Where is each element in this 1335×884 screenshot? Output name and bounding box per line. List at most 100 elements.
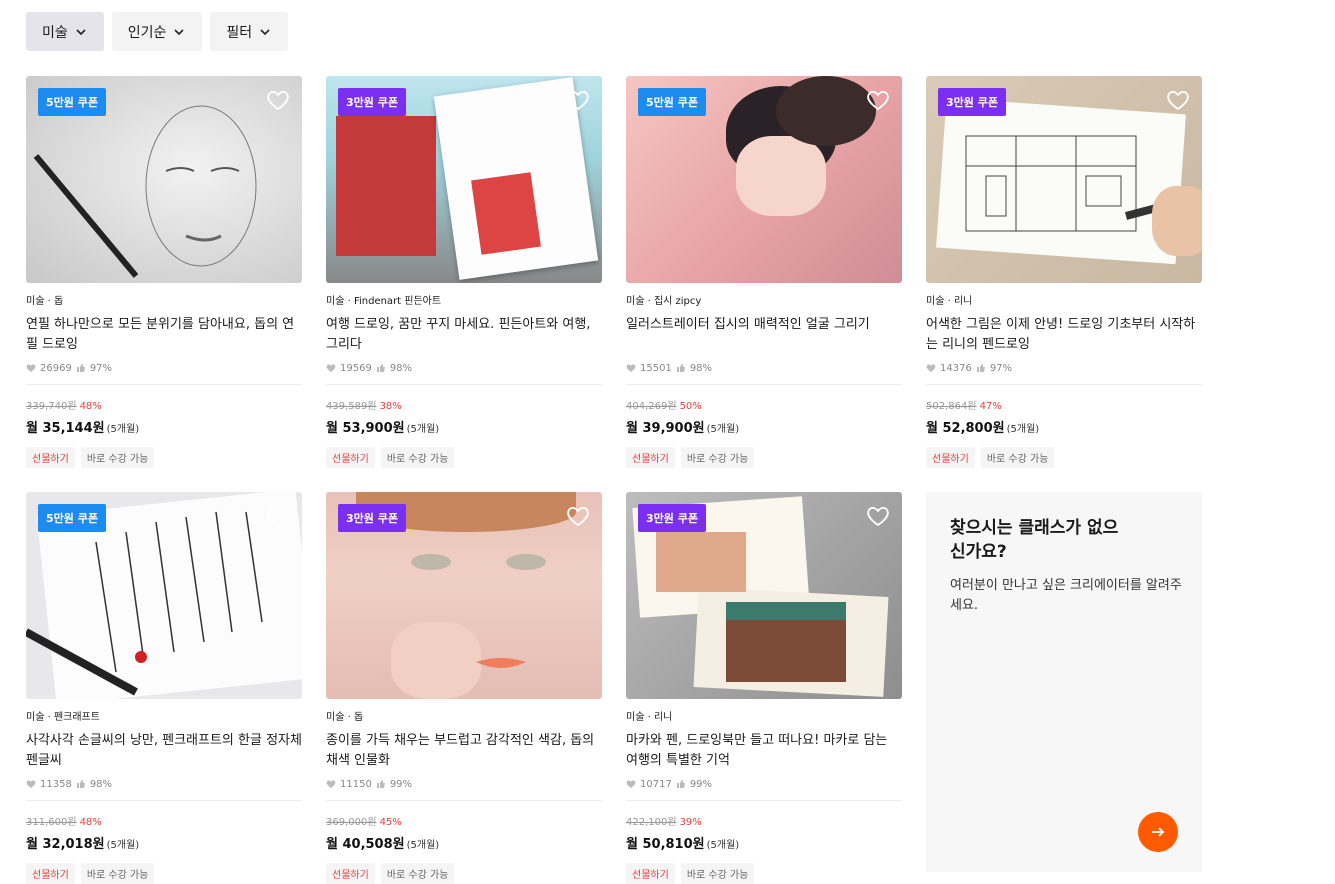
class-request-card[interactable]: 찾으시는 클래스가 없으신가요? 여러분이 만나고 싶은 크리에이터를 알려주세… (926, 492, 1202, 872)
divider (326, 800, 602, 801)
class-thumbnail[interactable]: 5만원 쿠폰 (26, 76, 302, 283)
creator-name: 돕 (53, 296, 64, 307)
original-price-row: 439,589원 38% (326, 397, 602, 412)
gift-tag[interactable]: 선물하기 (626, 863, 675, 884)
class-card[interactable]: 3만원 쿠폰 미술 · 돕 종이를 가득 채우는 부드럽고 감각적인 색감, 돕의 … (326, 492, 602, 884)
available-now-tag: 바로 수강 가능 (80, 447, 155, 468)
class-stats: 15501 98% (626, 361, 902, 375)
creator-name: 집시 zipcy (653, 296, 702, 307)
class-thumbnail[interactable]: 5만원 쿠폰 (26, 492, 302, 699)
monthly-price-row: 월 52,800원 (5개월) (926, 417, 1202, 436)
class-card[interactable]: 3만원 쿠폰미술 · 리니어색한 그림은 이제 안녕! 드로잉 기초부터 시작하… (926, 76, 1202, 468)
like-count: 15501 (640, 362, 672, 374)
gift-tag[interactable]: 선물하기 (926, 447, 975, 468)
heart-small-icon (26, 780, 36, 788)
class-stats: 19569 98% (326, 361, 602, 375)
tag-row: 선물하기 바로 수강 가능 (626, 863, 902, 884)
heart-small-icon (326, 364, 336, 372)
available-now-tag: 바로 수강 가능 (680, 447, 755, 468)
divider (926, 384, 1202, 385)
filter-more[interactable]: 필터 (210, 12, 289, 51)
original-price-row: 311,600원 48% (26, 813, 302, 828)
installment-months: (5개월) (1006, 424, 1040, 435)
tag-row: 선물하기 바로 수강 가능 (326, 863, 602, 884)
divider (626, 800, 902, 801)
divider (26, 800, 302, 801)
satisfaction-rate: 98% (89, 778, 113, 790)
class-thumbnail[interactable]: 3만원 쿠폰 (326, 492, 602, 699)
class-title[interactable]: 종이를 가득 채우는 부드럽고 감각적인 색감, 돕의 채색 인물화 (326, 731, 602, 771)
heart-small-icon (326, 780, 336, 788)
class-card[interactable]: 3만원 쿠폰 미술 · Findenart 핀든아트 여행 드로잉, 꿈만 꾸지 마… (326, 76, 602, 468)
thumbs-up-icon (376, 780, 385, 788)
heart-small-icon (626, 780, 636, 788)
class-title[interactable]: 마카와 펜, 드로잉북만 들고 떠나요! 마카로 담는 여행의 특별한 기억 (626, 731, 902, 771)
monthly-price: 월 53,900원 (326, 421, 405, 436)
discount-rate: 48% (79, 817, 102, 828)
monthly-price-row: 월 39,900원 (5개월) (626, 417, 902, 436)
original-price: 502,864원 (926, 401, 977, 412)
divider (626, 384, 902, 385)
heart-icon[interactable] (1166, 89, 1190, 111)
monthly-price: 월 32,018원 (26, 837, 105, 852)
filter-category[interactable]: 미술 (26, 12, 104, 51)
divider (26, 384, 302, 385)
installment-months: (5개월) (406, 840, 440, 851)
creator-name: Findenart 핀든아트 (353, 296, 442, 307)
gift-tag[interactable]: 선물하기 (326, 447, 375, 468)
class-thumbnail[interactable]: 3만원 쿠폰 (326, 76, 602, 283)
like-count: 11358 (40, 778, 72, 790)
class-thumbnail[interactable]: 3만원 쿠폰 (926, 76, 1202, 283)
available-now-tag: 바로 수강 가능 (680, 863, 755, 884)
heart-icon[interactable] (266, 505, 290, 527)
class-meta: 미술 · 리니 (926, 296, 973, 307)
class-thumbnail[interactable]: 5만원 쿠폰 (626, 76, 902, 283)
original-price: 404,269원 (626, 401, 677, 412)
discount-rate: 50% (679, 401, 702, 412)
coupon-badge: 3만원 쿠폰 (338, 88, 406, 116)
discount-rate: 38% (379, 401, 402, 412)
heart-icon[interactable] (866, 505, 890, 527)
installment-months: (5개월) (706, 840, 740, 851)
heart-icon[interactable] (866, 89, 890, 111)
gift-tag[interactable]: 선물하기 (26, 863, 75, 884)
gift-tag[interactable]: 선물하기 (26, 447, 75, 468)
class-card[interactable]: 3만원 쿠폰미술 · 리니마카와 펜, 드로잉북만 들고 떠나요! 마카로 담는… (626, 492, 902, 884)
class-title[interactable]: 일러스트레이터 집시의 매력적인 얼굴 그리기 (626, 315, 902, 355)
heart-small-icon (26, 364, 36, 372)
coupon-badge: 3만원 쿠폰 (938, 88, 1006, 116)
original-price-row: 422,100원 39% (626, 813, 902, 828)
class-title[interactable]: 사각사각 손글씨의 낭만, 펜크래프트의 한글 정자체 펜글씨 (26, 731, 302, 771)
class-meta: 미술 · 펜크래프트 (26, 712, 100, 723)
class-title[interactable]: 여행 드로잉, 꿈만 꾸지 마세요. 핀든아트와 여행, 그리다 (326, 315, 602, 355)
filter-sort[interactable]: 인기순 (111, 12, 203, 51)
heart-icon[interactable] (566, 505, 590, 527)
like-count: 11150 (340, 778, 372, 790)
original-price: 311,600원 (26, 817, 77, 828)
heart-icon[interactable] (266, 89, 290, 111)
satisfaction-rate: 99% (389, 778, 413, 790)
original-price: 339,740원 (26, 401, 77, 412)
class-card[interactable]: 5만원 쿠폰 미술 · 돕 연필 하나만으로 모든 분위기를 담아내요, 돕의 연필… (26, 76, 302, 468)
class-title[interactable]: 연필 하나만으로 모든 분위기를 담아내요, 돕의 연필 드로잉 (26, 315, 302, 355)
tag-row: 선물하기 바로 수강 가능 (626, 447, 902, 468)
request-arrow-button[interactable] (1138, 812, 1178, 852)
filter-category-label: 미술 (42, 24, 68, 41)
class-thumbnail[interactable]: 3만원 쿠폰 (626, 492, 902, 699)
class-card[interactable]: 5만원 쿠폰 미술 · 집시 zipcy 일러스트레이터 집시의 매력적인 얼굴 그… (626, 76, 902, 468)
gift-tag[interactable]: 선물하기 (326, 863, 375, 884)
original-price-row: 369,000원 45% (326, 813, 602, 828)
class-card[interactable]: 5만원 쿠폰미술 · 펜크래프트사각사각 손글씨의 낭만, 펜크래프트의 한글 … (26, 492, 302, 884)
monthly-price-row: 월 32,018원 (5개월) (26, 833, 302, 852)
available-now-tag: 바로 수강 가능 (380, 863, 455, 884)
heart-icon[interactable] (566, 89, 590, 111)
gift-tag[interactable]: 선물하기 (626, 447, 675, 468)
coupon-badge: 5만원 쿠폰 (638, 88, 706, 116)
class-title[interactable]: 어색한 그림은 이제 안녕! 드로잉 기초부터 시작하는 리니의 펜드로잉 (926, 315, 1202, 355)
class-meta: 미술 · 리니 (626, 712, 673, 723)
chevron-down-icon (260, 28, 270, 35)
satisfaction-rate: 98% (689, 362, 713, 374)
thumbs-up-icon (76, 364, 85, 372)
creator-name: 돕 (353, 712, 364, 723)
monthly-price-row: 월 50,810원 (5개월) (626, 833, 902, 852)
